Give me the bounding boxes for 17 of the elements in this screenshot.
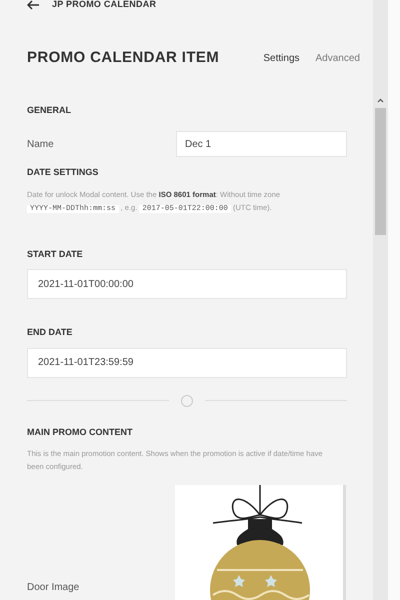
start-date-input[interactable]: 2021-11-01T00:00:00 — [27, 269, 347, 299]
section-heading: MAIN PROMO CONTENT — [27, 426, 134, 438]
section-heading: GENERAL — [27, 104, 72, 116]
name-input[interactable]: Dec 1 — [176, 131, 347, 157]
tab[interactable]: Advanced — [316, 50, 360, 66]
scroll-up-icon[interactable] — [377, 98, 384, 103]
field-label: Door Image — [27, 581, 80, 595]
breadcrumb-link[interactable]: JP PROMO CALENDAR — [52, 0, 156, 12]
field-label: Name — [27, 138, 54, 152]
field-label: START DATE — [27, 248, 84, 260]
page-title: PROMO CALENDAR ITEM — [27, 48, 220, 68]
section-heading: DATE SETTINGS — [27, 166, 100, 179]
field-label: END DATE — [27, 326, 74, 339]
scrollbar-thumb[interactable] — [375, 108, 386, 235]
end-date-input[interactable]: 2021-11-01T23:59:59 — [27, 348, 347, 378]
tab[interactable]: Settings — [263, 50, 300, 66]
back-arrow-icon[interactable] — [27, 0, 40, 10]
